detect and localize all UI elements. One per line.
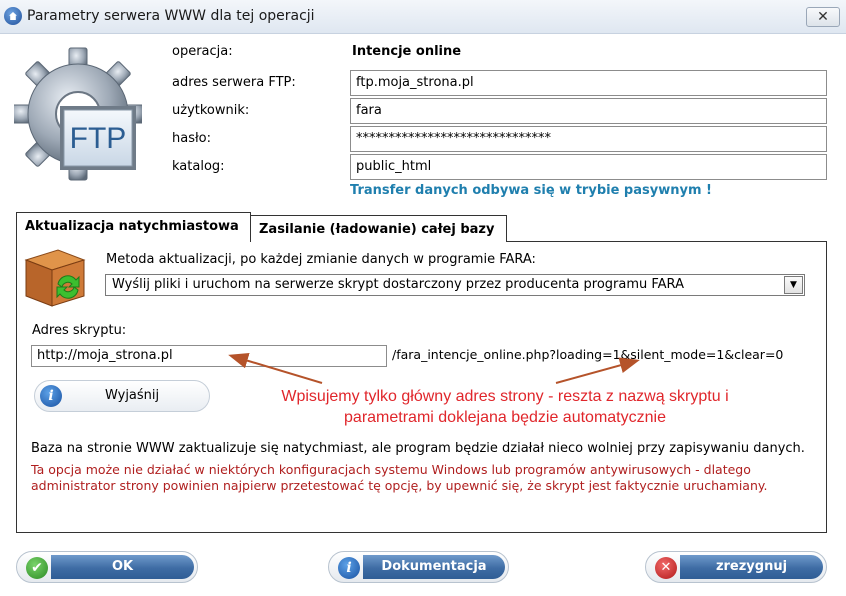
cancel-button-label: zrezygnuj (680, 555, 823, 579)
server-label: adres serwera FTP: (172, 75, 296, 90)
script-address-suffix: /fara_intencje_online.php?loading=1&sile… (392, 347, 784, 362)
tab-immediate-update[interactable]: Aktualizacja natychmiastowa (16, 212, 251, 242)
ok-button[interactable]: ✔ OK (16, 551, 198, 583)
update-method-select[interactable]: Wyślij pliki i uruchom na serwerze skryp… (105, 274, 805, 296)
passive-mode-note: Transfer danych odbywa się w trybie pasy… (350, 183, 712, 198)
explain-button-label: Wyjaśnij (105, 388, 160, 403)
box-refresh-icon (24, 249, 86, 307)
cancel-button[interactable]: ✕ zrezygnuj (645, 551, 827, 583)
documentation-button[interactable]: i Dokumentacja (328, 551, 509, 583)
directory-field[interactable]: public_html (350, 154, 827, 180)
gear-ftp-icon: FTP (14, 47, 142, 181)
warning-text: Ta opcja może nie działać w niektórych k… (31, 462, 768, 493)
window-title: Parametry serwera WWW dla tej operacji (27, 8, 315, 24)
annotation-note: Wpisujemy tylko główny adres strony - re… (240, 386, 770, 428)
ok-button-label: OK (51, 555, 194, 579)
app-home-icon (4, 7, 22, 25)
title-bar: Parametry serwera WWW dla tej operacji ✕ (0, 0, 846, 34)
directory-label: katalog: (172, 159, 225, 174)
username-field[interactable]: fara (350, 98, 827, 124)
user-label: użytkownik: (172, 103, 250, 118)
ftp-server-field[interactable]: ftp.moja_strona.pl (350, 70, 827, 96)
info-icon: i (338, 557, 360, 579)
dropdown-arrow-icon[interactable]: ▼ (784, 276, 803, 294)
info-text: Baza na stronie WWW zaktualizuje się nat… (31, 441, 805, 456)
logo-text: FTP (70, 122, 127, 155)
checkmark-icon: ✔ (26, 557, 48, 579)
annotation-line-1: Wpisujemy tylko główny adres strony - re… (281, 388, 729, 405)
documentation-button-label: Dokumentacja (363, 555, 505, 579)
script-address-input[interactable]: http://moja_strona.pl (31, 345, 387, 367)
info-icon: i (40, 385, 62, 407)
password-label: hasło: (172, 131, 212, 146)
explain-button[interactable]: i Wyjaśnij (34, 380, 210, 412)
close-button[interactable]: ✕ (806, 7, 840, 27)
annotation-line-2: parametrami doklejana będzie automatyczn… (344, 409, 666, 426)
update-method-label: Metoda aktualizacji, po każdej zmianie d… (106, 252, 536, 267)
update-method-value: Wyślij pliki i uruchom na serwerze skryp… (112, 277, 684, 292)
password-field[interactable]: ****************************** (350, 126, 827, 152)
operation-value: Intencje online (352, 44, 462, 59)
script-address-label: Adres skryptu: (32, 323, 127, 338)
cancel-x-icon: ✕ (655, 557, 677, 579)
tab-full-load[interactable]: Zasilanie (ładowanie) całej bazy (251, 215, 507, 242)
operation-label: operacja: (172, 44, 233, 59)
